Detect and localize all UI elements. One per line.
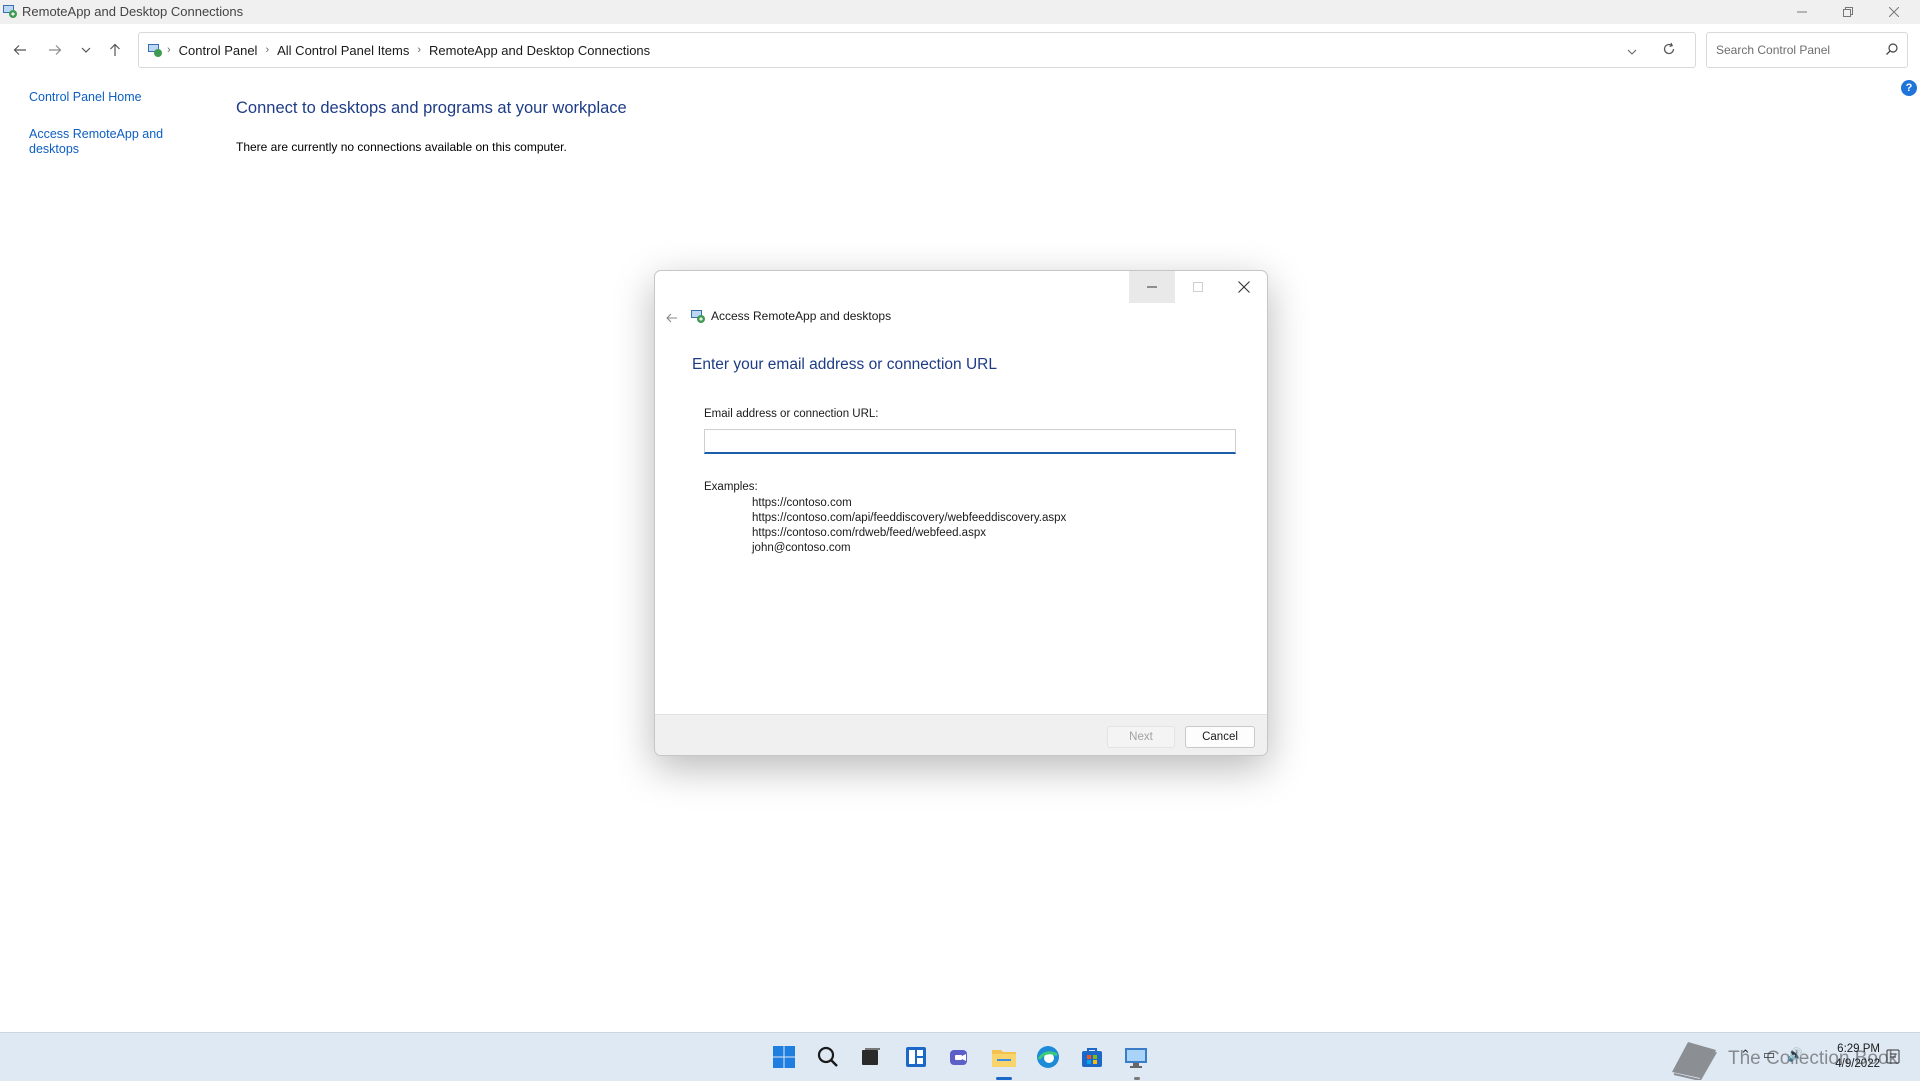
chevron-right-icon: › xyxy=(265,44,270,56)
clock[interactable]: 6:29 PM 4/9/2022 xyxy=(1820,1042,1880,1072)
breadcrumb: › Control Panel › All Control Panel Item… xyxy=(147,33,654,67)
example-item: https://contoso.com xyxy=(752,497,852,509)
url-input[interactable] xyxy=(704,429,1236,454)
arrow-left-icon xyxy=(13,45,26,55)
access-remoteapp-dialog: Access RemoteApp and desktops Enter your… xyxy=(654,270,1268,756)
help-button[interactable]: ? xyxy=(1901,80,1917,96)
examples-label: Examples: xyxy=(704,481,758,493)
dialog-back-button[interactable] xyxy=(661,308,683,328)
remoteapp-icon xyxy=(690,308,706,329)
example-item: https://contoso.com/rdweb/feed/webfeed.a… xyxy=(752,527,986,539)
refresh-button[interactable] xyxy=(1662,42,1676,61)
window-title: RemoteApp and Desktop Connections xyxy=(22,4,244,19)
access-remoteapp-link[interactable]: Access RemoteApp and desktops xyxy=(29,127,179,157)
restore-button[interactable] xyxy=(1826,0,1870,24)
store-icon[interactable] xyxy=(1076,1041,1108,1073)
examples-list: https://contoso.com https://contoso.com/… xyxy=(752,496,1066,556)
arrow-left-icon xyxy=(666,313,677,323)
control-panel-home-link[interactable]: Control Panel Home xyxy=(29,90,179,105)
dialog-maximize-button[interactable] xyxy=(1175,271,1221,303)
maximize-icon xyxy=(1193,282,1203,292)
search-box[interactable]: Search Control Panel xyxy=(1706,32,1908,68)
recent-locations-button[interactable] xyxy=(74,38,98,62)
notifications-button[interactable] xyxy=(1886,1049,1900,1070)
breadcrumb-all-items[interactable]: All Control Panel Items xyxy=(273,43,413,58)
edge-icon[interactable] xyxy=(1032,1041,1064,1073)
dialog-title: Access RemoteApp and desktops xyxy=(711,309,892,323)
help-icon: ? xyxy=(1905,82,1913,94)
remoteapp-icon xyxy=(2,3,18,19)
page-title: Connect to desktops and programs at your… xyxy=(236,99,627,117)
next-button[interactable]: Next xyxy=(1107,726,1175,748)
chevron-right-icon: › xyxy=(167,44,171,56)
navigation-bar: › Control Panel › All Control Panel Item… xyxy=(0,32,1920,68)
cancel-button[interactable]: Cancel xyxy=(1185,726,1255,748)
notification-icon xyxy=(1886,1049,1900,1064)
file-explorer-icon[interactable] xyxy=(988,1041,1020,1073)
breadcrumb-current[interactable]: RemoteApp and Desktop Connections xyxy=(425,43,654,58)
up-button[interactable] xyxy=(103,38,127,62)
search-placeholder: Search Control Panel xyxy=(1716,43,1831,57)
dialog-heading: Enter your email address or connection U… xyxy=(692,356,997,373)
left-pane: Control Panel Home Access RemoteApp and … xyxy=(29,90,179,179)
system-tray: ⌃ ▭ 🔊 xyxy=(1740,1047,1803,1063)
dialog-minimize-button[interactable] xyxy=(1129,271,1175,303)
chevron-down-icon xyxy=(1627,49,1637,55)
forward-button[interactable] xyxy=(43,38,67,62)
search-icon[interactable] xyxy=(812,1041,844,1073)
taskbar: The Collection Book ⌃ ▭ 🔊 6:29 PM 4/9/20… xyxy=(0,1032,1920,1081)
arrow-right-icon xyxy=(49,45,62,55)
clock-date: 4/9/2022 xyxy=(1835,1058,1880,1070)
arrow-up-icon xyxy=(110,43,120,56)
url-field-label: Email address or connection URL: xyxy=(704,408,879,420)
remote-desktop-icon[interactable] xyxy=(1120,1041,1152,1073)
network-icon[interactable]: ▭ xyxy=(1763,1047,1775,1063)
close-icon xyxy=(1238,281,1250,293)
window-titlebar: RemoteApp and Desktop Connections xyxy=(0,0,1920,24)
dialog-footer: Next Cancel xyxy=(655,714,1267,755)
search-icon[interactable] xyxy=(1885,42,1899,56)
chevron-down-icon xyxy=(81,47,91,53)
breadcrumb-control-panel[interactable]: Control Panel xyxy=(175,43,262,58)
chevron-right-icon: › xyxy=(417,44,422,56)
address-history-button[interactable] xyxy=(1627,44,1637,62)
dialog-close-button[interactable] xyxy=(1221,271,1267,303)
control-panel-icon xyxy=(148,44,162,57)
example-item: john@contoso.com xyxy=(752,542,851,554)
chevron-up-icon[interactable]: ⌃ xyxy=(1740,1047,1751,1063)
minimize-icon xyxy=(1147,286,1157,288)
book-icon xyxy=(1672,1042,1717,1080)
widgets-icon[interactable] xyxy=(900,1041,932,1073)
chat-icon[interactable] xyxy=(944,1041,976,1073)
refresh-icon xyxy=(1663,42,1675,55)
status-text: There are currently no connections avail… xyxy=(236,140,567,154)
address-bar[interactable]: › Control Panel › All Control Panel Item… xyxy=(138,32,1696,68)
start-icon[interactable] xyxy=(768,1041,800,1073)
minimize-button[interactable] xyxy=(1780,0,1824,24)
clock-time: 6:29 PM xyxy=(1837,1043,1880,1055)
close-button[interactable] xyxy=(1872,0,1916,24)
back-button[interactable] xyxy=(8,38,32,62)
task-view-icon[interactable] xyxy=(855,1041,887,1073)
volume-icon[interactable]: 🔊 xyxy=(1787,1047,1803,1063)
example-item: https://contoso.com/api/feeddiscovery/we… xyxy=(752,512,1067,524)
